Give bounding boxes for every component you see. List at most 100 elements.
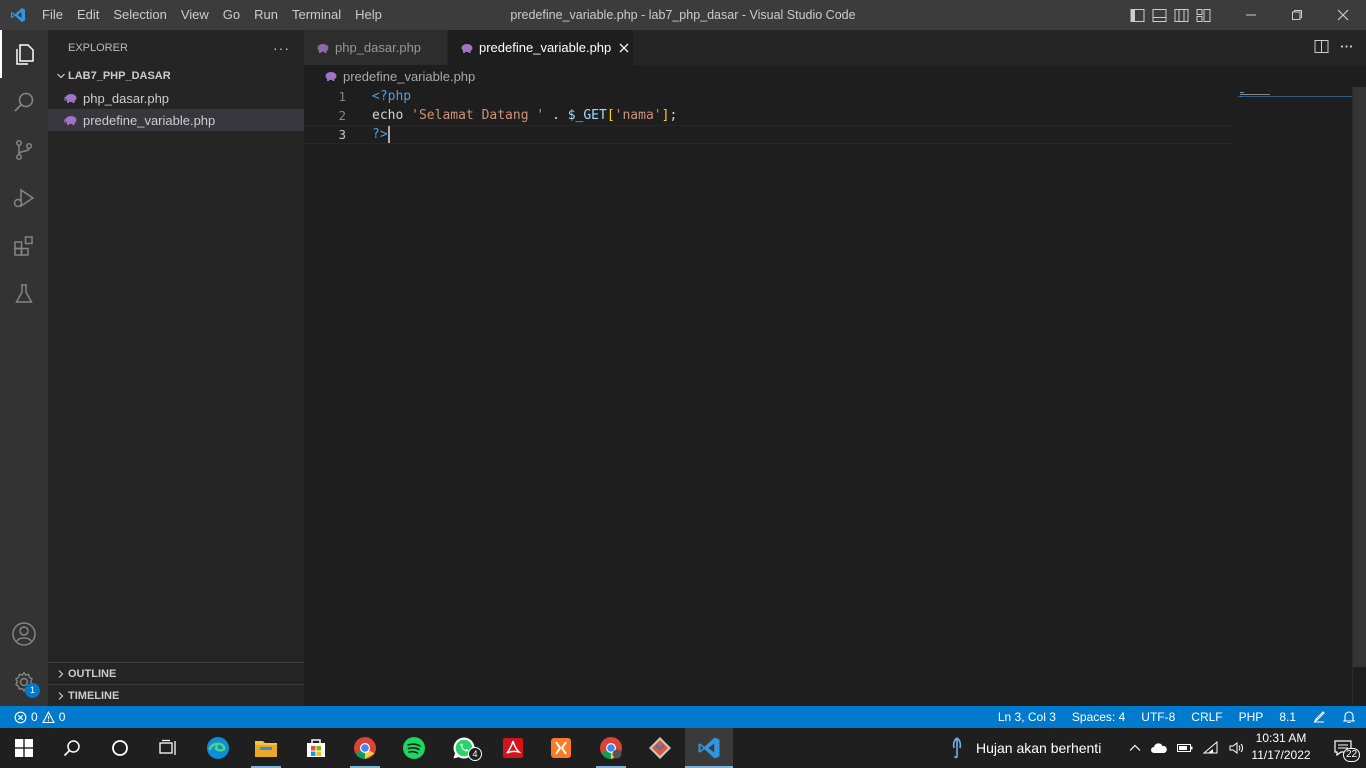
weather-widget[interactable]: Hujan akan berhenti bbox=[950, 728, 1101, 768]
php-elephant-icon bbox=[460, 43, 474, 53]
activity-bar: 1 bbox=[0, 30, 48, 706]
more-actions-icon[interactable]: ··· bbox=[273, 40, 290, 56]
title-bar: File Edit Selection View Go Run Terminal… bbox=[0, 0, 1366, 30]
accounts-icon[interactable] bbox=[0, 610, 48, 658]
onedrive-cloud-icon[interactable] bbox=[1150, 741, 1168, 755]
problems-indicator[interactable]: 0 0 bbox=[0, 710, 65, 724]
folder-name: LAB7_PHP_DASAR bbox=[68, 70, 171, 82]
search-icon[interactable] bbox=[0, 78, 48, 126]
language-mode[interactable]: PHP bbox=[1231, 706, 1272, 728]
file-item-predefine-variable[interactable]: predefine_variable.php bbox=[48, 109, 304, 131]
chrome-icon[interactable] bbox=[341, 728, 389, 768]
notifications-bell-icon[interactable] bbox=[1334, 706, 1366, 728]
source-control-icon[interactable] bbox=[0, 126, 48, 174]
code-line-current: 3 ?> bbox=[304, 125, 1232, 144]
customize-layout-icon[interactable] bbox=[1192, 0, 1214, 30]
menu-go[interactable]: Go bbox=[216, 0, 247, 30]
chrome-profile-icon[interactable] bbox=[587, 728, 635, 768]
restore-button[interactable] bbox=[1274, 0, 1320, 30]
extensions-icon[interactable] bbox=[0, 222, 48, 270]
manage-gear-icon[interactable]: 1 bbox=[0, 658, 48, 706]
run-and-debug-icon[interactable] bbox=[0, 174, 48, 222]
chevron-up-icon[interactable] bbox=[1128, 741, 1142, 755]
file-explorer-icon[interactable] bbox=[242, 728, 290, 768]
warning-count: 0 bbox=[58, 710, 66, 724]
volume-icon[interactable] bbox=[1228, 741, 1244, 755]
file-label: php_dasar.php bbox=[83, 90, 170, 106]
code-editor[interactable]: 1 <?php 2 echo 'Selamat Datang ' . $_GET… bbox=[304, 87, 1352, 706]
cortana-icon[interactable] bbox=[96, 728, 144, 768]
toggle-panel-icon[interactable] bbox=[1148, 0, 1170, 30]
clock-date: 11/17/2022 bbox=[1251, 748, 1311, 762]
php-version[interactable]: 8.1 bbox=[1271, 706, 1304, 728]
menu-selection[interactable]: Selection bbox=[106, 0, 173, 30]
edge-browser-icon[interactable] bbox=[194, 728, 242, 768]
windows-taskbar: 4 Hujan akan berhenti 10:31 AM 11/17/202… bbox=[0, 728, 1366, 768]
chevron-right-icon bbox=[54, 691, 68, 701]
cursor-position[interactable]: Ln 3, Col 3 bbox=[990, 706, 1064, 728]
split-editor-icon[interactable] bbox=[1314, 39, 1329, 57]
menu-edit[interactable]: Edit bbox=[70, 0, 106, 30]
file-item-php-dasar[interactable]: php_dasar.php bbox=[48, 87, 304, 109]
editor-tabs: php_dasar.php predefine_variable.php bbox=[304, 30, 1366, 65]
close-window-button[interactable] bbox=[1320, 0, 1366, 30]
menu-view[interactable]: View bbox=[174, 0, 216, 30]
system-tray bbox=[1128, 728, 1244, 768]
menu-terminal[interactable]: Terminal bbox=[285, 0, 348, 30]
active-indicator bbox=[0, 30, 2, 78]
explorer-sidebar: EXPLORER ··· LAB7_PHP_DASAR php_dasar.ph… bbox=[48, 30, 304, 706]
text-cursor bbox=[387, 126, 390, 143]
feedback-icon[interactable] bbox=[1304, 706, 1334, 728]
menu-file[interactable]: File bbox=[35, 0, 70, 30]
editor-actions bbox=[1314, 30, 1366, 65]
tab-label: php_dasar.php bbox=[335, 40, 422, 55]
taskbar-clock[interactable]: 10:31 AM 11/17/2022 bbox=[1246, 730, 1316, 764]
action-center-icon[interactable]: 22 bbox=[1320, 728, 1366, 768]
menu-run[interactable]: Run bbox=[247, 0, 285, 30]
close-tab-icon[interactable] bbox=[619, 40, 629, 56]
encoding[interactable]: UTF-8 bbox=[1133, 706, 1183, 728]
workspace-folder[interactable]: LAB7_PHP_DASAR bbox=[48, 65, 304, 87]
vscode-logo-icon bbox=[0, 0, 35, 30]
minimize-button[interactable] bbox=[1228, 0, 1274, 30]
manage-badge: 1 bbox=[25, 683, 40, 698]
vscode-taskbar-icon[interactable] bbox=[685, 728, 733, 768]
menu-help[interactable]: Help bbox=[348, 0, 389, 30]
xampp-icon[interactable] bbox=[537, 728, 585, 768]
php-elephant-icon bbox=[316, 43, 330, 53]
outline-section[interactable]: OUTLINE bbox=[48, 662, 304, 684]
toggle-secondary-sidebar-icon[interactable] bbox=[1170, 0, 1192, 30]
spotify-icon[interactable] bbox=[390, 728, 438, 768]
tab-php-dasar[interactable]: php_dasar.php bbox=[304, 30, 448, 65]
taskbar-search-icon[interactable] bbox=[48, 728, 96, 768]
git-extension-icon[interactable] bbox=[636, 728, 684, 768]
outline-label: OUTLINE bbox=[68, 667, 117, 680]
testing-flask-icon[interactable] bbox=[0, 270, 48, 318]
more-actions-icon[interactable] bbox=[1339, 39, 1354, 57]
task-view-icon[interactable] bbox=[144, 728, 192, 768]
end-of-line[interactable]: CRLF bbox=[1183, 706, 1230, 728]
weather-text: Hujan akan berhenti bbox=[976, 740, 1102, 756]
toggle-primary-sidebar-icon[interactable] bbox=[1126, 0, 1148, 30]
windows-start-icon[interactable] bbox=[0, 728, 48, 768]
minimap[interactable] bbox=[1238, 87, 1352, 97]
battery-icon[interactable] bbox=[1176, 741, 1194, 755]
notification-count: 22 bbox=[1343, 748, 1360, 762]
wifi-icon[interactable] bbox=[1202, 741, 1220, 755]
tab-predefine-variable[interactable]: predefine_variable.php bbox=[448, 30, 634, 65]
explorer-icon[interactable] bbox=[0, 30, 48, 78]
whatsapp-icon[interactable]: 4 bbox=[440, 728, 488, 768]
code-text: echo 'Selamat Datang ' . $_GET['nama']; bbox=[372, 108, 677, 123]
indentation[interactable]: Spaces: 4 bbox=[1064, 706, 1133, 728]
scrollbar-thumb[interactable] bbox=[1353, 87, 1366, 667]
breadcrumb-file[interactable]: predefine_variable.php bbox=[343, 69, 475, 84]
timeline-section[interactable]: TIMELINE bbox=[48, 684, 304, 706]
adobe-acrobat-icon[interactable] bbox=[489, 728, 537, 768]
explorer-title: EXPLORER bbox=[68, 41, 128, 54]
bracket-open: [ bbox=[606, 108, 615, 123]
vertical-scrollbar[interactable] bbox=[1352, 87, 1366, 706]
error-count: 0 bbox=[31, 710, 38, 724]
php-elephant-icon bbox=[64, 115, 78, 125]
microsoft-store-icon[interactable] bbox=[292, 728, 340, 768]
code-text: <?php bbox=[372, 89, 411, 104]
